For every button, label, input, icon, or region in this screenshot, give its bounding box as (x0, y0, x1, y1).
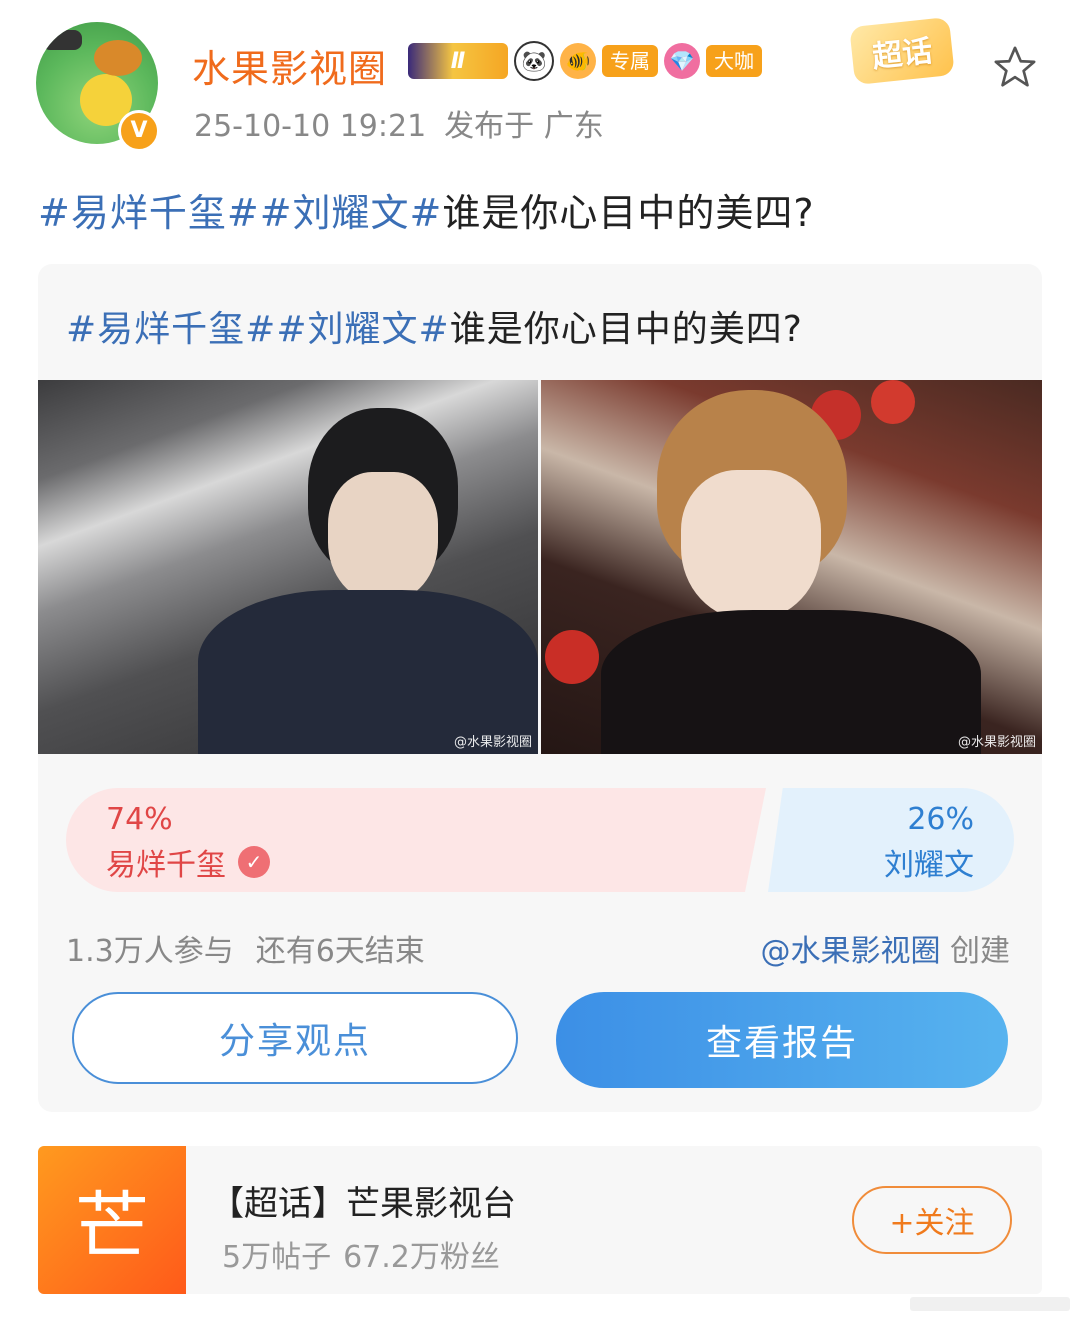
post-timestamp: 25-10-10 19:21 (194, 109, 427, 144)
poll-creator: @水果影视圈 创建 (760, 926, 1010, 970)
person-face (328, 472, 438, 602)
poll-stats: 1.3万人参与 还有6天结束 (66, 926, 425, 970)
follow-button[interactable]: +关注 (852, 1186, 1012, 1254)
verified-badge: V (118, 110, 160, 152)
share-opinion-button[interactable]: 分享观点 (72, 992, 518, 1084)
supertopic-name[interactable]: 【超话】芒果影视台 (210, 1176, 516, 1225)
exclusive-badge[interactable]: 专属 (602, 45, 658, 77)
poll-title: #易烊千玺##刘耀文#谁是你心目中的美四? (66, 300, 803, 352)
photo-watermark: @水果影视圈 (957, 735, 1036, 750)
post-text: #易烊千玺##刘耀文#谁是你心目中的美四? (38, 182, 815, 237)
option-right-photo[interactable]: @水果影视圈 (541, 380, 1042, 754)
fish-icon[interactable]: 🐠 (560, 43, 596, 79)
username[interactable]: 水果影视圈 (192, 38, 387, 93)
favorite-star-icon[interactable] (992, 44, 1038, 90)
avatar-sunglasses (42, 30, 82, 50)
hashtag-yiyang[interactable]: #易烊千玺# (38, 191, 260, 235)
option-left-photo[interactable]: @水果影视圈 (38, 380, 538, 754)
panda-icon[interactable]: 🐼 (514, 41, 554, 81)
poll-hashtag-yiyang[interactable]: #易烊千玺# (66, 309, 276, 350)
check-icon: ✓ (238, 846, 270, 878)
crown-level-badge[interactable]: Ⅱ (408, 43, 508, 79)
supertopic-stats: 5万帖子 67.2万粉丝 (222, 1232, 500, 1276)
supertopic-badge[interactable]: 超话 (849, 16, 955, 86)
post-meta: 25-10-10 19:21 发布于 广东 (194, 101, 604, 145)
supertopic-posts: 5万帖子 (222, 1240, 332, 1275)
person-jacket (601, 610, 981, 754)
post-location: 发布于 广东 (444, 109, 604, 144)
creator-suffix: 创建 (950, 934, 1010, 969)
rose-decoration (545, 630, 599, 684)
person-face (681, 470, 821, 620)
corner-watermark (910, 1297, 1070, 1311)
supertopic-fans: 67.2万粉丝 (343, 1240, 500, 1275)
poll-participants: 1.3万人参与 (66, 934, 234, 969)
rose-decoration (871, 380, 915, 424)
poll-card: #易烊千玺##刘耀文#谁是你心目中的美四? @水果影视圈 @水果影视圈 74% … (38, 264, 1042, 1112)
user-badges: Ⅱ 🐼 🐠 专属 💎 大咖 (408, 40, 762, 82)
supertopic-logo: 芒 (38, 1146, 186, 1294)
hashtag-liuyaowen[interactable]: #刘耀文# (260, 191, 443, 235)
supertopic-card[interactable]: 芒 【超话】芒果影视台 5万帖子 67.2万粉丝 +关注 (38, 1146, 1042, 1294)
level-label: Ⅱ (450, 48, 466, 74)
photo-watermark: @水果影视圈 (453, 735, 532, 750)
option-right-percent: 26% (907, 802, 974, 837)
poll-question: 谁是你心目中的美四? (449, 309, 803, 350)
avatar-hat (94, 40, 142, 76)
poll-hashtag-liuyaowen[interactable]: #刘耀文# (276, 309, 449, 350)
option-right-name: 刘耀文 (884, 848, 974, 883)
person-jacket (198, 590, 538, 754)
poll-remaining: 还有6天结束 (255, 934, 425, 969)
post-question: 谁是你心目中的美四? (442, 191, 815, 235)
daka-badge[interactable]: 大咖 (706, 45, 762, 77)
creator-link[interactable]: @水果影视圈 (760, 934, 940, 969)
view-report-button[interactable]: 查看报告 (556, 992, 1008, 1088)
option-left-name-row: 易烊千玺 ✓ (106, 840, 270, 884)
diamond-icon[interactable]: 💎 (664, 43, 700, 79)
option-left-name: 易烊千玺 (106, 848, 226, 883)
option-left-percent: 74% (106, 802, 173, 837)
